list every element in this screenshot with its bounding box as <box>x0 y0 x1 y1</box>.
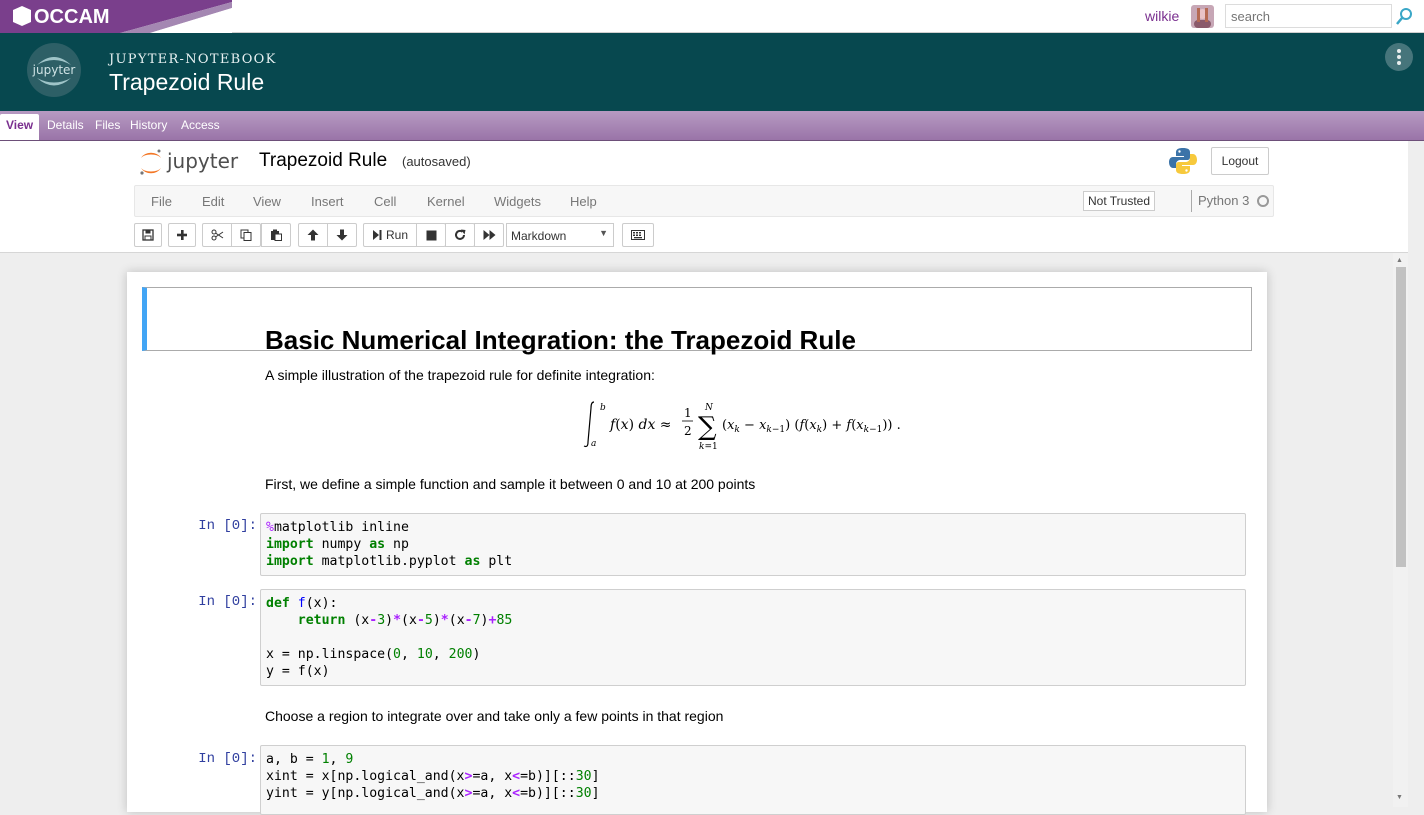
svg-text:1: 1 <box>684 406 692 420</box>
svg-text:N: N <box>704 403 714 413</box>
jupyter-logo[interactable]: jupyter <box>138 147 244 177</box>
insert-cell-button[interactable] <box>168 223 196 247</box>
intro-text: A simple illustration of the trapezoid r… <box>265 367 655 383</box>
username-link[interactable]: wilkie <box>1145 8 1179 24</box>
tab-history[interactable]: History <box>130 118 167 132</box>
input-prompt: In [0]: <box>198 751 257 767</box>
more-options-icon[interactable] <box>1385 43 1413 71</box>
object-header: jupyter JUPYTER-NOTEBOOK Trapezoid Rule <box>0 33 1424 111</box>
run-label: Run <box>385 228 408 242</box>
step-forward-icon <box>372 230 382 240</box>
markdown-text-region: Choose a region to integrate over and ta… <box>265 708 724 724</box>
object-type-label: JUPYTER-NOTEBOOK <box>109 52 277 67</box>
notebook-name[interactable]: Trapezoid Rule <box>259 150 387 172</box>
restart-button[interactable] <box>445 223 475 247</box>
scrollbar-thumb[interactable] <box>1396 267 1406 567</box>
svg-text:k=1: k=1 <box>699 442 718 452</box>
tab-files[interactable]: Files <box>95 118 120 132</box>
svg-text:f(x) dx ≈: f(x) dx ≈ <box>609 417 672 433</box>
not-trusted-button[interactable]: Not Trusted <box>1083 191 1155 211</box>
code-cell-region[interactable]: a, b = 1, 9 xint = x[np.logical_and(x>=a… <box>260 745 1246 815</box>
svg-text:jupyter: jupyter <box>32 63 76 77</box>
save-button[interactable] <box>134 223 162 247</box>
occam-logo[interactable]: OCCAM <box>0 0 232 33</box>
tab-details[interactable]: Details <box>47 118 84 132</box>
menu-cell[interactable]: Cell <box>374 194 396 209</box>
svg-text:b: b <box>600 403 606 413</box>
svg-text:(xk − xk−1) (f(xk) + f(xk−1)): (xk − xk−1) (f(xk) + f(xk−1)) . <box>722 418 901 435</box>
menu-kernel[interactable]: Kernel <box>427 194 465 209</box>
copy-button[interactable] <box>231 223 261 247</box>
interrupt-button[interactable] <box>416 223 446 247</box>
input-prompt: In [0]: <box>198 518 257 534</box>
svg-text:a: a <box>591 439 596 449</box>
trapezoid-formula: b a f(x) dx ≈ 1 2 ∑ N k=1 (xk − xk−1) (f… <box>583 401 901 452</box>
save-status: (autosaved) <box>402 154 471 169</box>
stop-icon <box>426 230 436 240</box>
command-palette-button[interactable] <box>622 223 654 247</box>
run-button[interactable]: Run <box>363 223 417 247</box>
menu-edit[interactable]: Edit <box>202 194 224 209</box>
notebook-container: Basic Numerical Integration: the Trapezo… <box>127 272 1267 815</box>
markdown-text-sampling: First, we define a simple function and s… <box>265 476 756 492</box>
keyboard-icon <box>631 230 645 240</box>
fast-forward-icon <box>483 230 495 240</box>
jupyter-logo-icon: jupyter <box>27 43 81 97</box>
menu-file[interactable]: File <box>151 194 172 209</box>
object-tabs: View Details Files History Access <box>0 111 1424 141</box>
python-logo-icon <box>1169 148 1197 174</box>
jupyter-wordmark: jupyter <box>166 149 239 173</box>
move-down-button[interactable] <box>327 223 357 247</box>
restart-icon <box>455 229 466 240</box>
menu-help[interactable]: Help <box>570 194 597 209</box>
search-icon[interactable] <box>1395 7 1413 27</box>
notebook-scrollbar[interactable]: ▲ ▼ <box>1393 253 1408 807</box>
scroll-down-icon[interactable]: ▼ <box>1396 794 1403 801</box>
logout-button[interactable]: Logout <box>1211 147 1269 175</box>
kernel-name: Python 3 <box>1191 190 1249 212</box>
site-topbar: OCCAM wilkie <box>0 0 1424 33</box>
avatar[interactable] <box>1191 5 1214 28</box>
menu-view[interactable]: View <box>253 194 281 209</box>
object-title: Trapezoid Rule <box>109 69 265 95</box>
kernel-status-icon <box>1257 195 1269 207</box>
cell-type-select[interactable]: Markdown ▼ <box>506 223 614 247</box>
code-cell-imports[interactable]: %matplotlib inline import numpy as np im… <box>260 513 1246 576</box>
arrow-down-icon <box>336 229 348 241</box>
save-icon <box>142 229 154 241</box>
paste-button[interactable] <box>261 223 291 247</box>
brand-text: OCCAM <box>34 6 110 28</box>
code-cell-function[interactable]: def f(x): return (x-3)*(x-5)*(x-7)+85 x … <box>260 589 1246 686</box>
caret-down-icon: ▼ <box>599 228 608 238</box>
svg-text:∑: ∑ <box>698 412 717 442</box>
paste-icon <box>271 229 282 241</box>
plus-icon <box>177 230 187 240</box>
notebook-menubar: File Edit View Insert Cell Kernel Widget… <box>134 185 1274 217</box>
notebook-heading: Basic Numerical Integration: the Trapezo… <box>265 325 856 355</box>
cell-type-value: Markdown <box>511 229 567 243</box>
notebook-header: jupyter Trapezoid Rule (autosaved) Logou… <box>0 141 1408 253</box>
cut-button[interactable] <box>202 223 232 247</box>
tab-access[interactable]: Access <box>181 118 220 132</box>
tab-view[interactable]: View <box>0 114 40 140</box>
move-up-button[interactable] <box>298 223 328 247</box>
scissors-icon <box>211 229 223 241</box>
restart-run-all-button[interactable] <box>474 223 504 247</box>
menu-insert[interactable]: Insert <box>311 194 344 209</box>
search-input[interactable] <box>1225 4 1392 28</box>
scroll-up-icon[interactable]: ▲ <box>1396 257 1403 264</box>
svg-text:2: 2 <box>684 424 692 438</box>
arrow-up-icon <box>307 229 319 241</box>
menu-widgets[interactable]: Widgets <box>494 194 541 209</box>
input-prompt: In [0]: <box>198 594 257 610</box>
notebook-toolbar: Run Markdown ▼ <box>134 223 1274 249</box>
copy-icon <box>240 229 252 241</box>
